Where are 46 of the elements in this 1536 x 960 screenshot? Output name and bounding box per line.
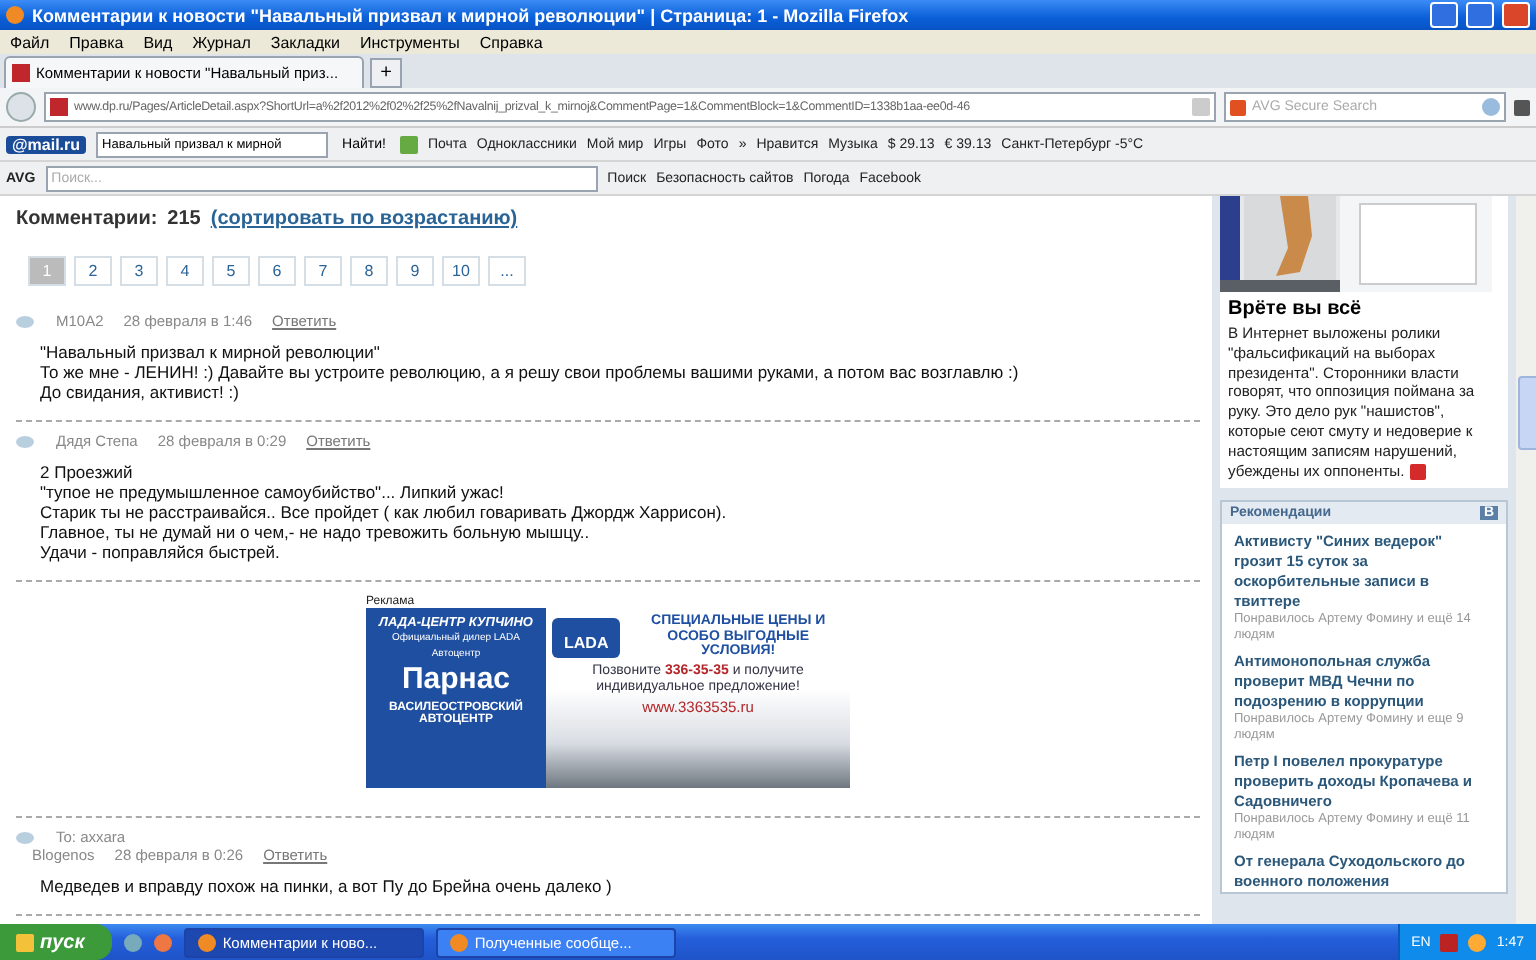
site-icon — [12, 64, 30, 82]
comment-icon — [16, 315, 34, 327]
menu-item[interactable]: Закладки — [270, 33, 341, 51]
page-link[interactable]: 2 — [74, 256, 112, 286]
comment-text: Старик ты не расстраивайся.. Все пройдет ( как любил говаривать Джордж Харрисон). — [40, 502, 729, 522]
comment-text: Медведев и вправду похож на пинки, а вот Пу до Брейна очень далеко ) — [40, 876, 614, 896]
sort-link[interactable]: (сортировать по возрастанию) — [210, 208, 518, 230]
page-link[interactable]: 4 — [166, 256, 204, 286]
comments-label: Комментарии: — [16, 208, 158, 230]
window-title: Комментарии к новости "Навальный призвал к мирной революции" | Страница: 1 - Mozilla Firefox — [32, 5, 911, 25]
page-link[interactable]: 8 — [350, 256, 388, 286]
page-link[interactable]: ... — [488, 256, 526, 286]
page-link[interactable]: 10 — [442, 256, 480, 286]
site-icon — [50, 98, 68, 116]
ad-banner[interactable] — [366, 608, 850, 788]
ad-brand: Парнас — [401, 664, 511, 698]
maximize-button[interactable] — [1466, 2, 1494, 28]
story-title[interactable]: Врёте вы всё — [1220, 292, 1508, 324]
comment-badge-icon — [1410, 463, 1427, 480]
page-link[interactable]: 6 — [258, 256, 296, 286]
menu-item[interactable]: Журнал — [192, 33, 251, 51]
lada-logo: LADA — [552, 617, 621, 658]
menu-item[interactable]: Файл — [10, 33, 50, 51]
start-button[interactable]: пуск — [0, 924, 113, 960]
page-link[interactable]: 3 — [120, 256, 158, 286]
comment-icon — [16, 831, 34, 843]
menu-item[interactable]: Справка — [479, 33, 543, 51]
new-tab-button[interactable]: + — [370, 58, 402, 88]
page-link[interactable]: 7 — [304, 256, 342, 286]
comment-text: Главное, ты не думай ни о чем,- не надо тревожить больную мышцу.. — [40, 522, 592, 542]
mail-logo: @mail.ru — [6, 135, 87, 153]
comment-text: Удачи - поправляйся быстрей. — [40, 542, 282, 562]
menu-item[interactable]: Вид — [143, 33, 173, 51]
comment-text: "Навальный призвал к мирной революции" — [40, 342, 382, 362]
menu-item[interactable]: Правка — [69, 33, 124, 51]
comments-count: 215 — [167, 208, 201, 230]
comment-text: 2 Проезжий — [40, 462, 135, 482]
page-link[interactable]: 5 — [212, 256, 250, 286]
page-link[interactable]: 9 — [396, 256, 434, 286]
minimize-button[interactable] — [1430, 2, 1458, 28]
comment-text: "тупое не предумышленное самоубийство"... Липкий ужас! — [40, 482, 506, 502]
menu-item[interactable]: Инструменты — [360, 33, 460, 51]
comment-text: То же мне - ЛЕНИН! :) Давайте вы устроите революцию, а я решу свои проблемы вашими руками, а потом вас возглавлю :) — [40, 362, 1021, 382]
comment-text: До свидания, активист! :) — [40, 382, 241, 402]
close-button[interactable] — [1502, 2, 1530, 28]
comment-icon — [16, 435, 34, 447]
